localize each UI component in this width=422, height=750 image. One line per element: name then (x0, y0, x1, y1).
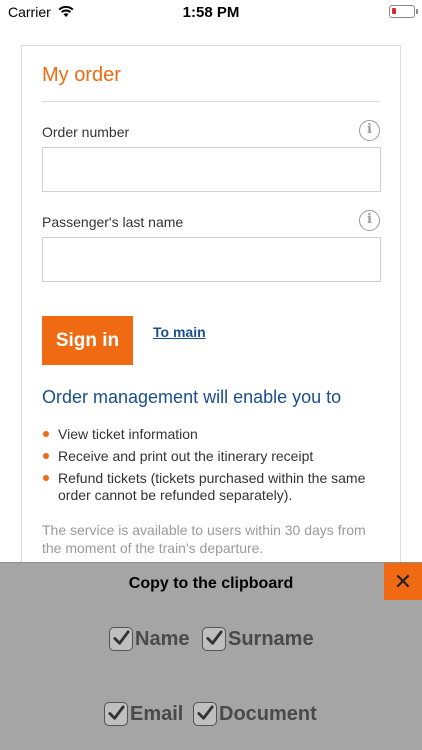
close-button[interactable]: ✕ (384, 563, 422, 600)
surname-option-label: Surname (228, 627, 314, 650)
last-name-label: Passenger's last name (42, 214, 184, 230)
close-icon: ✕ (393, 569, 413, 594)
last-name-info-icon[interactable]: i (359, 210, 380, 231)
checkbox-checked-icon (202, 627, 226, 651)
status-bar: Carrier 1:58 PM (0, 0, 422, 26)
order-number-info-icon[interactable]: i (359, 120, 380, 141)
surname-checkbox[interactable]: Surname (202, 626, 314, 652)
order-card: My order Order number i Passenger's last… (21, 45, 401, 605)
email-checkbox[interactable]: Email (104, 701, 183, 727)
clipboard-panel: Copy to the clipboard ✕ Name Surname Ema… (0, 562, 422, 750)
to-main-link[interactable]: To main (153, 324, 206, 340)
name-option-label: Name (135, 627, 190, 650)
checkbox-checked-icon (104, 702, 128, 726)
page-title: My order (42, 64, 121, 86)
features-list: View ticket information Receive and prin… (42, 426, 382, 509)
clock: 1:58 PM (182, 4, 240, 21)
last-name-input[interactable] (42, 237, 381, 282)
checkbox-checked-icon (193, 702, 217, 726)
email-option-label: Email (130, 702, 184, 725)
features-heading: Order management will enable you to (42, 387, 342, 407)
list-item: View ticket information (42, 426, 382, 443)
list-item: Refund tickets (tickets purchased within… (42, 470, 382, 504)
battery-icon (389, 5, 418, 18)
order-number-label: Order number (42, 124, 130, 140)
bullet-icon (43, 431, 49, 437)
service-note: The service is available to users within… (42, 522, 366, 556)
order-number-input[interactable] (42, 147, 381, 192)
list-item: Receive and print out the itinerary rece… (42, 448, 382, 465)
checkbox-checked-icon (109, 627, 133, 651)
title-divider (42, 101, 380, 102)
sign-in-button[interactable]: Sign in (42, 316, 133, 365)
document-option-label: Document (219, 702, 317, 725)
name-checkbox[interactable]: Name (109, 626, 189, 652)
bullet-icon (43, 453, 49, 459)
clipboard-title: Copy to the clipboard (128, 575, 294, 592)
bullet-icon (43, 475, 49, 481)
document-checkbox[interactable]: Document (193, 701, 317, 727)
